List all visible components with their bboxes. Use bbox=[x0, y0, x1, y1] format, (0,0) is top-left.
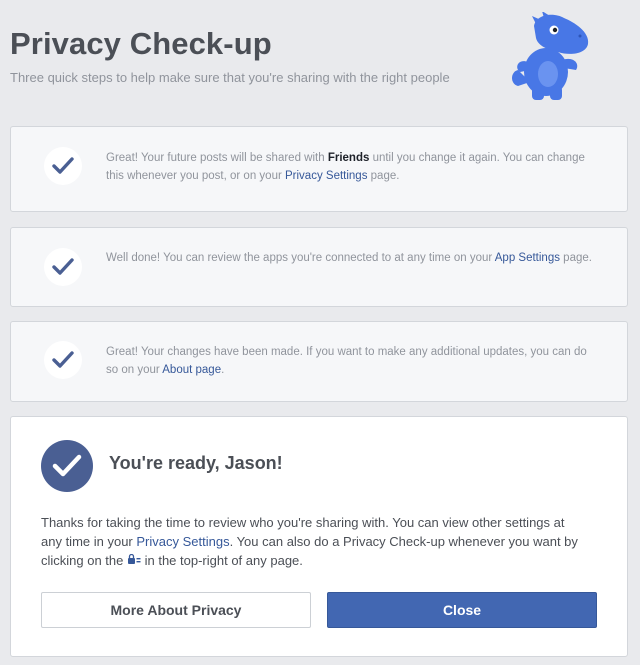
completion-text-part: in the top-right of any page. bbox=[141, 553, 303, 568]
completion-text: Thanks for taking the time to review who… bbox=[41, 513, 581, 571]
check-icon bbox=[44, 248, 82, 286]
step-card-audience: Great! Your future posts will be shared … bbox=[10, 126, 628, 212]
dinosaur-mascot-icon bbox=[508, 11, 594, 102]
step-card-profile: Great! Your changes have been made. If y… bbox=[10, 321, 628, 402]
completion-card: You're ready, Jason! Thanks for taking t… bbox=[10, 416, 628, 657]
check-icon bbox=[44, 147, 82, 185]
step-text: Great! Your future posts will be shared … bbox=[106, 149, 596, 185]
step-text: Well done! You can review the apps you'r… bbox=[106, 249, 596, 267]
step-text: Great! Your changes have been made. If y… bbox=[106, 343, 596, 379]
privacy-settings-link[interactable]: Privacy Settings bbox=[136, 534, 229, 549]
privacy-shortcuts-icon bbox=[127, 552, 141, 571]
check-icon bbox=[44, 341, 82, 379]
app-settings-link[interactable]: App Settings bbox=[495, 252, 560, 264]
step-text-part: . bbox=[221, 364, 225, 376]
audience-friends: Friends bbox=[327, 152, 370, 164]
step-text-part: page. bbox=[367, 170, 400, 182]
check-circle-icon bbox=[41, 440, 93, 492]
step-card-apps: Well done! You can review the apps you'r… bbox=[10, 227, 628, 307]
page-subtitle: Three quick steps to help make sure that… bbox=[10, 70, 450, 85]
page-title: Privacy Check-up bbox=[10, 26, 272, 61]
close-button[interactable]: Close bbox=[327, 592, 597, 628]
about-page-link[interactable]: About page bbox=[162, 364, 221, 376]
completion-heading: You're ready, Jason! bbox=[109, 453, 283, 473]
step-text-part: Great! Your future posts will be shared … bbox=[106, 152, 328, 164]
header: Privacy Check-up Three quick steps to he… bbox=[0, 0, 640, 125]
more-about-privacy-button[interactable]: More About Privacy bbox=[41, 592, 311, 628]
step-text-part: Well done! You can review the apps you'r… bbox=[106, 252, 495, 264]
step-text-part: page. bbox=[559, 252, 592, 264]
privacy-settings-link[interactable]: Privacy Settings bbox=[285, 170, 367, 182]
